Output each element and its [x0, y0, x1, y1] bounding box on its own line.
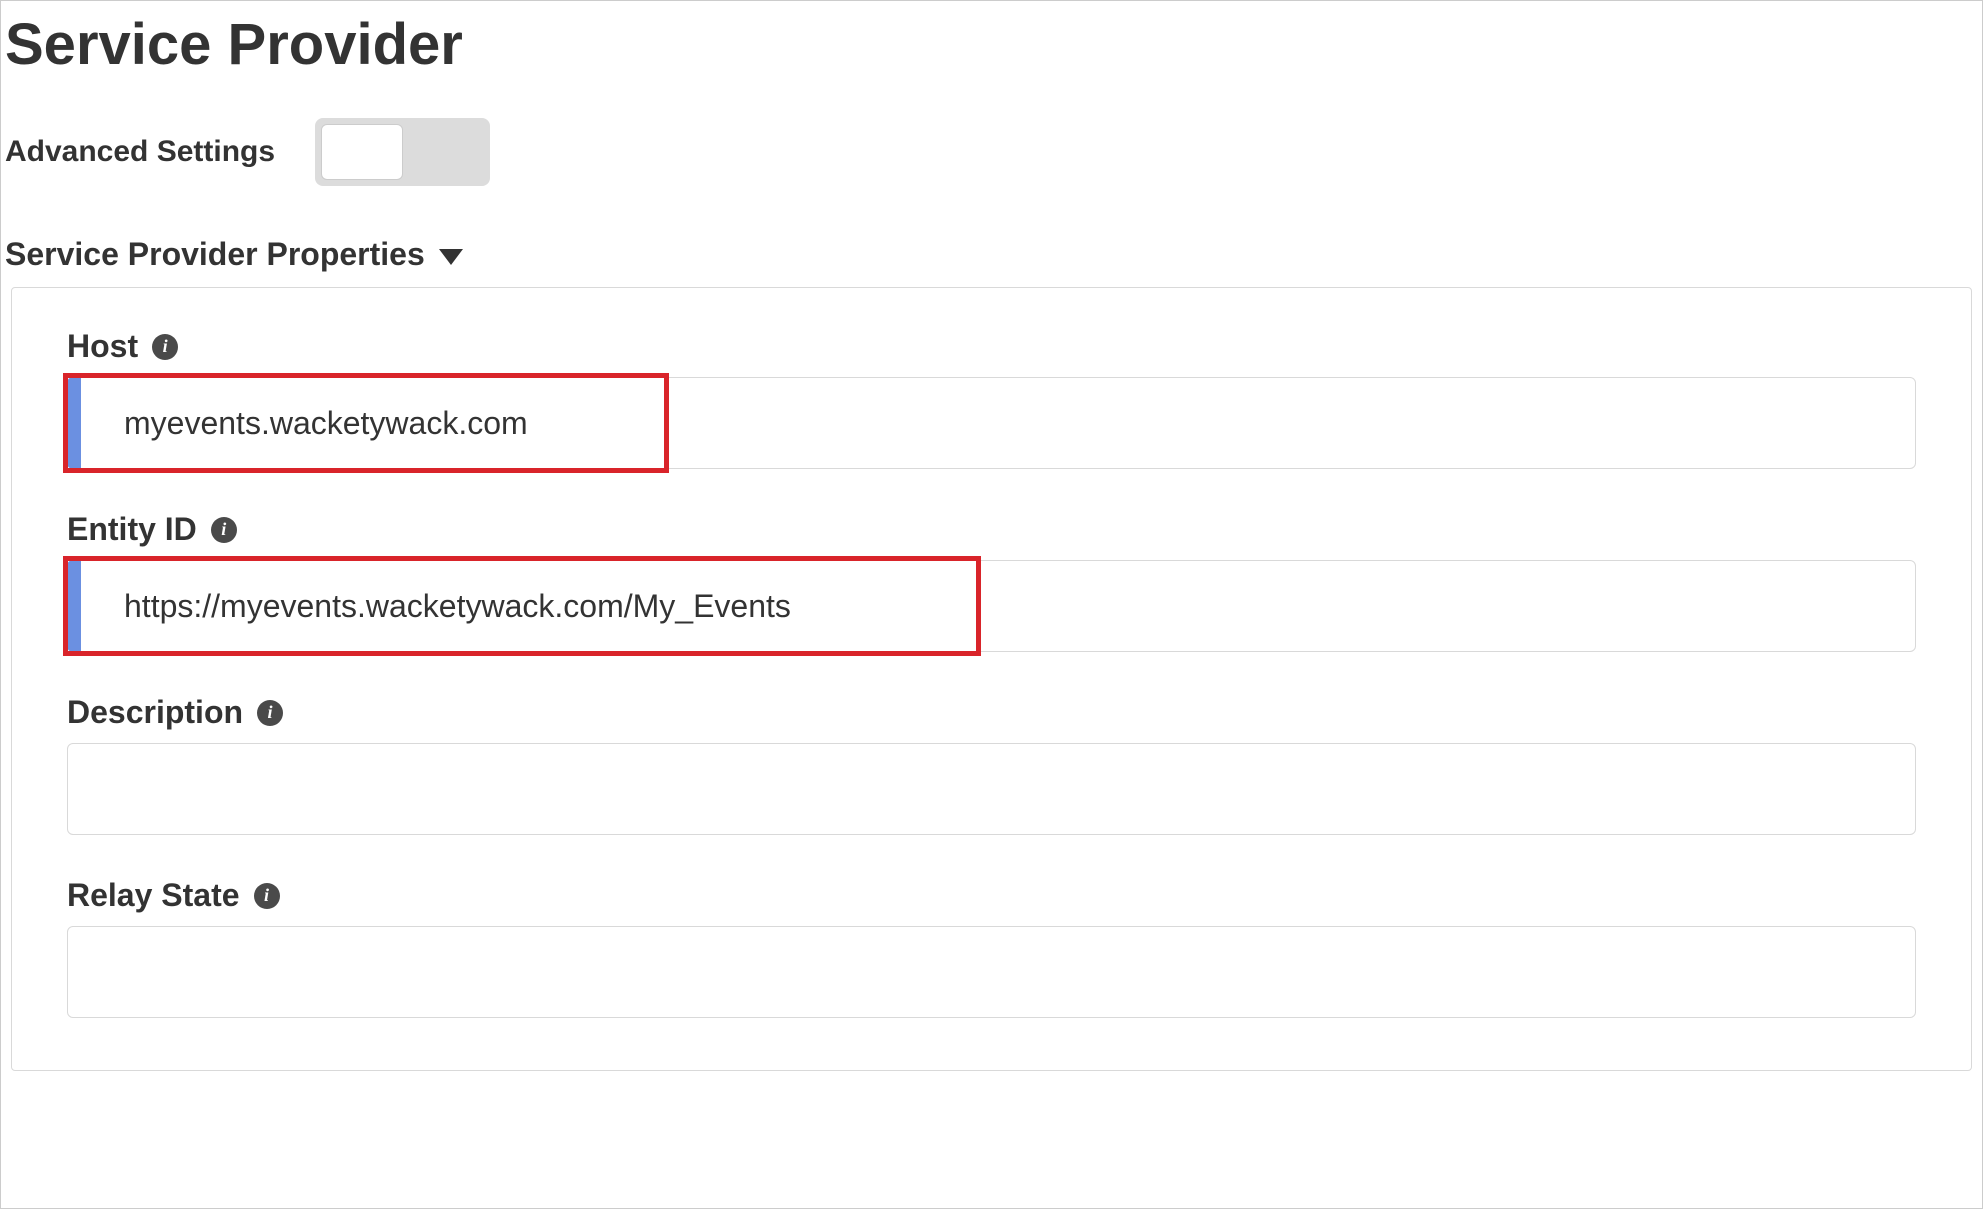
toggle-knob [321, 124, 403, 180]
description-label: Description [67, 694, 243, 731]
entity-id-label: Entity ID [67, 511, 197, 548]
description-input[interactable] [67, 743, 1916, 835]
info-icon[interactable]: i [152, 334, 178, 360]
advanced-settings-row: Advanced Settings [1, 98, 1982, 226]
properties-panel: Host i Entity ID i Description i R [11, 287, 1972, 1071]
advanced-settings-label: Advanced Settings [5, 135, 275, 169]
advanced-settings-toggle[interactable] [315, 118, 490, 186]
service-provider-properties-header[interactable]: Service Provider Properties [1, 226, 1982, 287]
relay-state-field-group: Relay State i [67, 877, 1916, 1018]
description-field-group: Description i [67, 694, 1916, 835]
page-title: Service Provider [1, 1, 1982, 98]
caret-down-icon [439, 249, 463, 265]
relay-state-label: Relay State [67, 877, 240, 914]
info-icon[interactable]: i [257, 700, 283, 726]
info-icon[interactable]: i [211, 517, 237, 543]
info-icon[interactable]: i [254, 883, 280, 909]
host-label: Host [67, 328, 138, 365]
section-title: Service Provider Properties [5, 236, 425, 273]
host-input[interactable] [67, 377, 1916, 469]
host-field-group: Host i [67, 328, 1916, 469]
entity-id-input[interactable] [67, 560, 1916, 652]
relay-state-input[interactable] [67, 926, 1916, 1018]
input-accent-bar [67, 560, 81, 652]
entity-id-field-group: Entity ID i [67, 511, 1916, 652]
input-accent-bar [67, 377, 81, 469]
